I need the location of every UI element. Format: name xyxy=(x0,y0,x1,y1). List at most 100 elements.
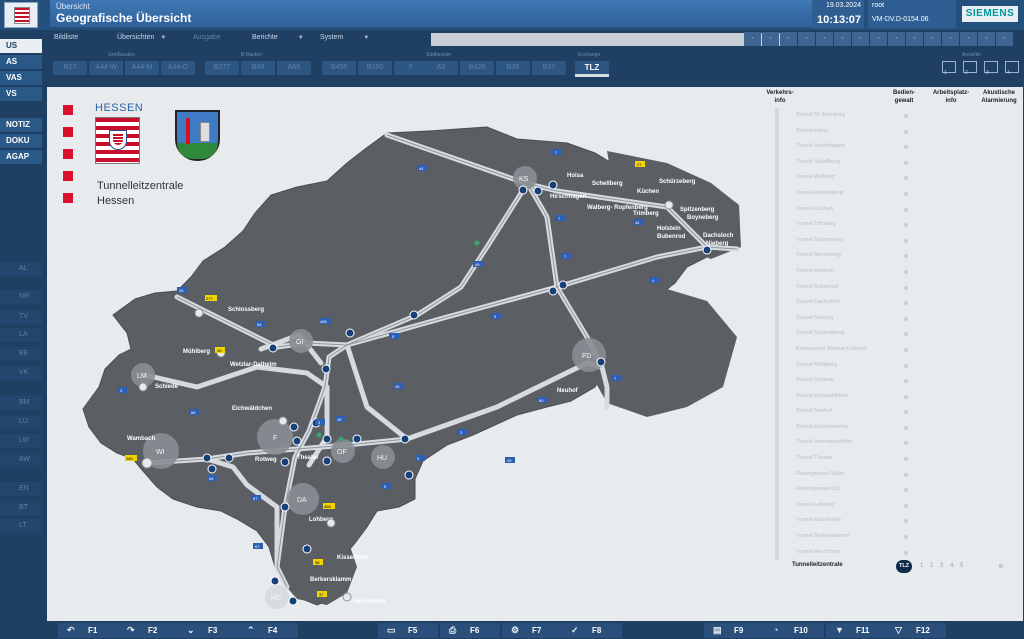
road-btn-b49[interactable]: B49 xyxy=(241,61,275,75)
nav-al[interactable]: AL xyxy=(0,262,42,276)
fkey-f7[interactable]: ⚙ F7 xyxy=(502,623,562,638)
tunnel-node-open[interactable] xyxy=(141,457,153,469)
tunnel-node[interactable] xyxy=(289,422,299,432)
page-1[interactable]: 1 xyxy=(920,563,923,569)
tunnel-row[interactable]: Tunnel Schiede xyxy=(775,373,959,389)
tool-btn-3[interactable]: ▪ xyxy=(780,32,797,46)
menu-uebersichten[interactable]: Übersichten ▼ xyxy=(117,34,166,41)
tunnel-row[interactable]: Tunnel Hirschhorn xyxy=(775,544,959,561)
tunnel-node[interactable] xyxy=(224,453,234,463)
fkey-f3[interactable]: ⌄ F3 xyxy=(178,623,238,638)
nav-agap[interactable]: AGAP xyxy=(0,150,42,164)
road-btn-b426[interactable]: B426 xyxy=(460,61,494,75)
road-btn-b455[interactable]: B455 xyxy=(322,61,356,75)
nav-vas[interactable]: VAS xyxy=(0,71,42,85)
road-btn-a3[interactable]: A3 xyxy=(424,61,458,75)
tool-btn-11[interactable]: ▪ xyxy=(924,32,941,46)
nav-lt[interactable]: LT xyxy=(0,519,42,533)
nav-vk[interactable]: VK xyxy=(0,366,42,380)
tunnel-node[interactable] xyxy=(400,434,410,444)
tunnel-row[interactable]: Tunnel Eschenweiher xyxy=(775,419,959,436)
road-btn-f[interactable]: F xyxy=(394,61,428,75)
tunnel-node[interactable] xyxy=(533,186,543,196)
tunnel-row[interactable]: Tunnel St. Bornberg xyxy=(775,108,959,124)
tunnel-node[interactable] xyxy=(302,544,312,554)
road-btn-b250[interactable]: B250 xyxy=(358,61,392,75)
tunnel-node-green[interactable] xyxy=(474,240,480,246)
tunnel-node-open[interactable] xyxy=(278,416,288,426)
tunnel-row[interactable]: Tunnel Lohberg xyxy=(775,497,959,514)
tunnel-row[interactable]: Tunnel Schlossberg xyxy=(775,326,959,342)
tunnel-row[interactable]: Tunnel Schellberg xyxy=(775,154,959,171)
fkey-f11[interactable]: ▼ F11 xyxy=(826,623,886,638)
fkey-f8[interactable]: ✓ F8 xyxy=(562,623,622,638)
view-1-icon[interactable]: 1 xyxy=(942,61,956,76)
tunnel-node[interactable] xyxy=(270,576,280,586)
fkey-f1[interactable]: ↶ F1 xyxy=(58,623,118,638)
tool-btn-9[interactable]: ▪ xyxy=(888,32,905,46)
nav-lu[interactable]: LU xyxy=(0,415,42,429)
fkey-f2[interactable]: ↷ F2 xyxy=(118,623,178,638)
tunnel-row[interactable]: Tunnel Theater xyxy=(775,451,959,467)
tunnel-node[interactable] xyxy=(321,364,331,374)
tunnel-node-green[interactable] xyxy=(338,436,344,442)
page-4[interactable]: 4 xyxy=(950,563,953,569)
tunnel-node[interactable] xyxy=(288,596,298,606)
tunnel-node[interactable] xyxy=(322,456,332,466)
tunnel-node[interactable] xyxy=(596,357,606,367)
nav-aw[interactable]: AW xyxy=(0,453,42,467)
nav-bt[interactable]: BT xyxy=(0,501,42,515)
road-btn-tlz[interactable]: TLZ xyxy=(575,61,609,77)
nav-nr[interactable]: NR xyxy=(0,290,42,304)
tool-btn-4[interactable]: ▪ xyxy=(798,32,815,46)
tunnel-node[interactable] xyxy=(202,453,212,463)
tunnel-row[interactable]: Tunnel Hirschhagen xyxy=(775,139,959,155)
nav-tv[interactable]: TV xyxy=(0,310,42,324)
tunnel-node-open[interactable] xyxy=(138,382,148,392)
tunnel-row[interactable]: Tunnel Walberg xyxy=(775,170,959,186)
nav-as[interactable]: AS xyxy=(0,55,42,69)
road-btn-b38[interactable]: B38 xyxy=(496,61,530,75)
tunnel-row[interactable]: Rotwegtunnel West xyxy=(775,466,959,483)
tunnel-node[interactable] xyxy=(292,436,302,446)
road-btn-a44-o[interactable]: A44-O xyxy=(161,61,195,75)
menu-ausgabe[interactable]: Ausgabe xyxy=(193,34,221,41)
tunnel-node[interactable] xyxy=(322,434,332,444)
tunnel-node[interactable] xyxy=(518,185,528,195)
tlz-badge[interactable]: TLZ xyxy=(896,560,912,573)
page-2[interactable]: 2 xyxy=(930,563,933,569)
tunnel-node[interactable] xyxy=(280,457,290,467)
tunnel-node[interactable] xyxy=(409,310,419,320)
nav-lw[interactable]: LW xyxy=(0,434,42,448)
tool-btn-15[interactable]: ▪ xyxy=(996,32,1013,46)
tunnel-row[interactable]: Tunnel Bubenrod xyxy=(775,279,959,296)
tunnel-node-open[interactable] xyxy=(326,518,336,528)
tunnel-node[interactable] xyxy=(404,470,414,480)
tool-btn-6[interactable]: ▪ xyxy=(834,32,851,46)
tool-btn-5[interactable]: ▪ xyxy=(816,32,833,46)
tunnel-row[interactable]: Tunnel Hainz xyxy=(775,123,959,140)
tunnel-node-open[interactable] xyxy=(342,592,352,602)
tunnel-row[interactable]: Tunnel Küchen xyxy=(775,201,959,218)
tunnel-row[interactable]: Tunnel Kisselhöhe xyxy=(775,513,959,530)
tunnel-row[interactable]: Tunnel Holstein xyxy=(775,263,959,280)
fkey-f9[interactable]: ▤ F9 xyxy=(704,623,764,638)
nav-doku[interactable]: DOKU xyxy=(0,134,42,148)
tool-btn-12[interactable]: ▪ xyxy=(942,32,959,46)
tunnel-node-green[interactable] xyxy=(316,432,322,438)
tunnel-node[interactable] xyxy=(268,343,278,353)
view-3-icon[interactable]: 3 xyxy=(984,61,998,76)
view-2-icon[interactable]: 2 xyxy=(963,61,977,76)
nav-vs[interactable]: VS xyxy=(0,87,42,101)
tunnel-node[interactable] xyxy=(345,328,355,338)
tool-btn-2[interactable]: ▪ xyxy=(762,32,779,46)
fkey-f5[interactable]: ▭ F5 xyxy=(378,623,438,638)
tunnel-node[interactable] xyxy=(548,180,558,190)
road-btn-a44-w[interactable]: A44-W xyxy=(89,61,123,75)
fkey-f10[interactable]: ◔ F10 xyxy=(764,623,824,638)
tunnel-row[interactable]: Tunnel Nieberg xyxy=(775,310,959,327)
page-3[interactable]: 3 xyxy=(940,563,943,569)
tunnel-node[interactable] xyxy=(702,245,712,255)
road-btn-a44-m[interactable]: A44-M xyxy=(125,61,159,75)
tunnel-node[interactable] xyxy=(558,280,568,290)
